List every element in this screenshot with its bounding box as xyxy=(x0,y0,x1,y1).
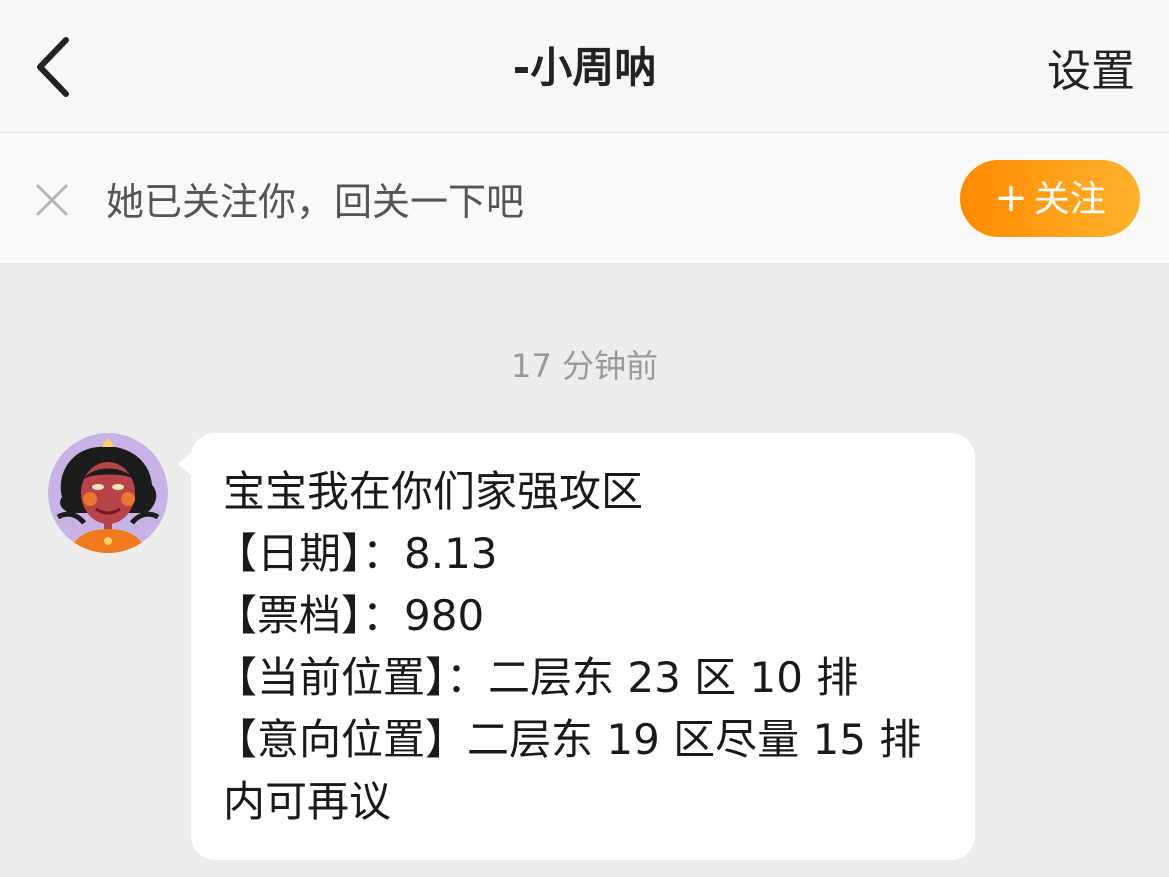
follow-button[interactable]: + 关注 xyxy=(960,160,1140,237)
follow-back-prompt: 她已关注你，回关一下吧 xyxy=(106,180,525,224)
message-line: 宝宝我在你们家强攻区 xyxy=(223,467,644,516)
message-timestamp: 17 分钟前 xyxy=(511,347,658,385)
message-line: 【票档】：980 xyxy=(215,591,485,640)
avatar[interactable] xyxy=(48,433,168,553)
message-bubble[interactable]: 宝宝我在你们家强攻区 【日期】：8.13 【票档】：980 【当前位置】：二层东… xyxy=(191,433,975,860)
chat-screen: -小周呐 设置 她已关注你，回关一下吧 + 关注 17 分钟前 宝宝我在你们家强… xyxy=(0,0,1169,877)
follow-back-banner: 她已关注你，回关一下吧 + 关注 xyxy=(0,133,1169,264)
follow-button-label: 关注 xyxy=(1033,179,1106,220)
chat-title: -小周呐 xyxy=(512,43,657,92)
message-line: 【当前位置】：二层东 23 区 10 排 xyxy=(215,653,859,702)
close-icon[interactable] xyxy=(34,182,70,218)
message-line: 内可再议 xyxy=(223,777,392,826)
top-navigation-bar: -小周呐 设置 xyxy=(0,0,1169,133)
message-line: 【意向位置】二层东 19 区尽量 15 排 xyxy=(215,715,922,764)
message-line: 【日期】：8.13 xyxy=(215,529,498,578)
settings-button[interactable]: 设置 xyxy=(1047,44,1135,100)
plus-icon: + xyxy=(994,175,1028,221)
